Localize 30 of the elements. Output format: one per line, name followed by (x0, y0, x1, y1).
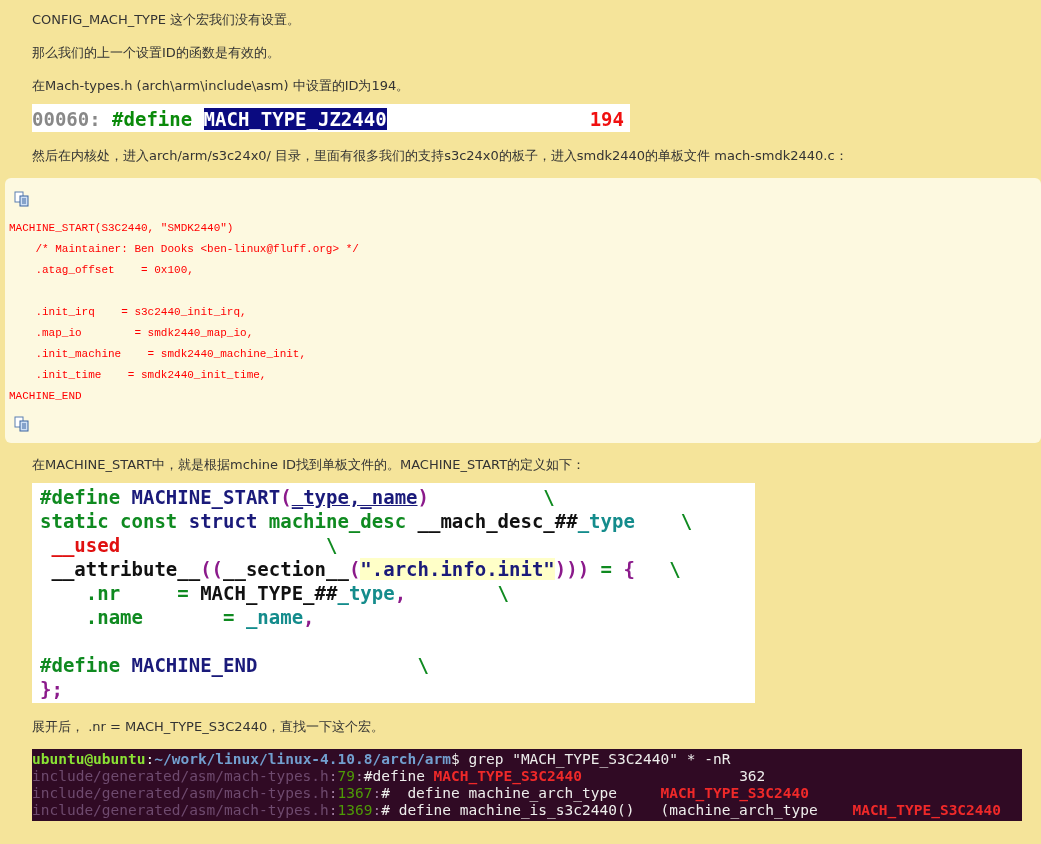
code-line: .init_time = smdk2440_init_time, (34, 368, 267, 383)
code-line: }; (40, 677, 63, 701)
code-line: __used \ (50, 533, 338, 557)
terminal-line: include/generated/asm/mach-types.h:79:#define MACH_TYPE_S3C2440 362 (32, 768, 766, 785)
code-line: .nr = MACH_TYPE_##_type, \ (84, 581, 510, 605)
line-value: 194 (589, 108, 624, 130)
terminal-line: include/generated/asm/mach-types.h:1369:# define machine_is_s3c2440() (machine_arch_type MACH_TYPE_S3C2440 (32, 802, 1001, 819)
paragraph: 展开后， .nr = MACH_TYPE_S3C2440，直找一下这个宏。 (32, 718, 385, 736)
code-line: .name = _name, (84, 605, 315, 629)
code-line: /* Maintainer: Ben Dooks <ben-linux@fluff.org> */ (34, 242, 359, 257)
code-line: MACHINE_START(S3C2440, "SMDK2440") (9, 221, 234, 236)
code-line: #define MACHINE_END \ (40, 653, 429, 677)
code-line: __attribute__((__section__(".arch.info.init"))) = { \ (50, 557, 681, 581)
code-line: static const struct machine_desc __mach_desc_##_type \ (40, 509, 693, 533)
paragraph: CONFIG_MACH_TYPE 这个宏我们没有设置。 (32, 11, 301, 29)
code-line: .init_machine = smdk2440_machine_init, (34, 347, 307, 362)
code-line: .init_irq = s3c2440_init_irq, (34, 305, 247, 320)
code-line: #define MACHINE_START(_type,_name) \ (40, 485, 555, 509)
terminal-line: ubuntu@ubuntu:~/work/linux/linux-4.10.8/arch/arm$ grep "MACH_TYPE_S3C2440" * -nR (32, 751, 731, 768)
copy-icon[interactable] (13, 190, 31, 208)
paragraph: 在Mach-types.h (arch\arm\include\asm) 中设置的ID为194。 (32, 77, 410, 95)
paragraph: 在MACHINE_START中，就是根据mchine ID找到单板文件的。MACHINE_START的定义如下： (32, 456, 586, 474)
code-line: 00060: #define MACH_TYPE_JZ2440 (32, 108, 387, 130)
code-line: .map_io = smdk2440_map_io, (34, 326, 254, 341)
code-line: MACHINE_END (9, 389, 82, 404)
copy-icon[interactable] (13, 415, 31, 433)
code-line: .atag_offset = 0x100, (34, 263, 194, 278)
paragraph: 然后在内核处，进入arch/arm/s3c24x0/ 目录，里面有很多我们的支持s3c24x0的板子，进入smdk2440的单板文件 mach-smdk2440.c： (32, 147, 848, 165)
paragraph: 那么我们的上一个设置ID的函数是有效的。 (32, 44, 280, 62)
terminal-line: include/generated/asm/mach-types.h:1367:# define machine_arch_type MACH_TYPE_S3C2440 (32, 785, 809, 802)
